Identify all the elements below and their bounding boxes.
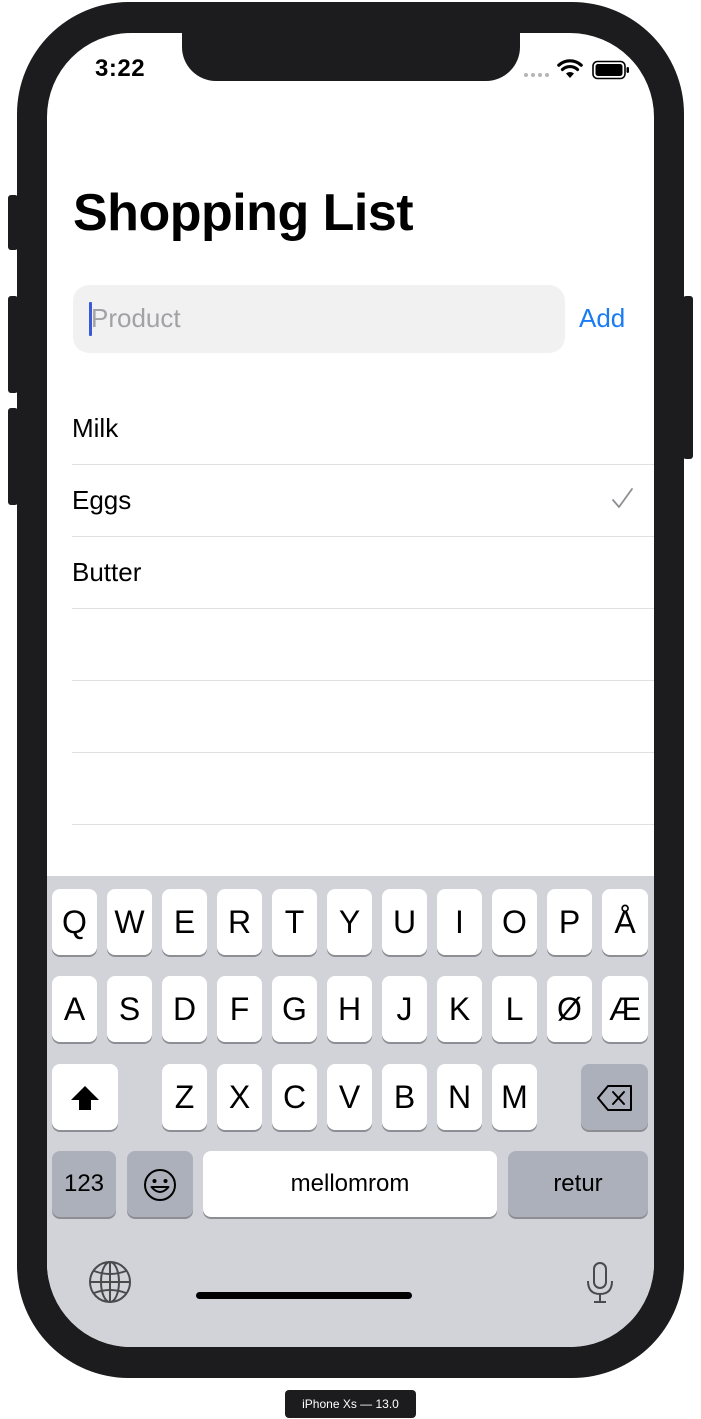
list-item-empty[interactable]: [72, 753, 654, 825]
key-w[interactable]: W: [107, 889, 152, 955]
add-button[interactable]: Add: [579, 303, 625, 334]
key-u[interactable]: U: [382, 889, 427, 955]
battery-icon: [592, 60, 629, 80]
wifi-icon: [557, 59, 583, 78]
key-c[interactable]: C: [272, 1064, 317, 1130]
key-a[interactable]: A: [52, 976, 97, 1042]
key-v[interactable]: V: [327, 1064, 372, 1130]
list-item-label: Butter: [72, 557, 142, 587]
key-m[interactable]: M: [492, 1064, 537, 1130]
delete-key[interactable]: [581, 1064, 648, 1130]
key-g[interactable]: G: [272, 976, 317, 1042]
key-l[interactable]: L: [492, 976, 537, 1042]
key-d[interactable]: D: [162, 976, 207, 1042]
key-t[interactable]: T: [272, 889, 317, 955]
list-item-label: Milk: [72, 413, 119, 443]
keyboard: Q W E R T Y U I O P Å A S D F G H J K L …: [47, 876, 654, 1347]
phone-screen: 3:22 Shopping List Product Add Milk Eggs…: [47, 33, 654, 1347]
key-h[interactable]: H: [327, 976, 372, 1042]
key-f[interactable]: F: [217, 976, 262, 1042]
key-a-ring[interactable]: Å: [602, 889, 648, 955]
power-button: [683, 296, 693, 459]
key-q[interactable]: Q: [52, 889, 97, 955]
cellular-signal-icon: [524, 73, 549, 77]
emoji-key[interactable]: [127, 1151, 193, 1217]
numbers-key[interactable]: 123: [52, 1151, 116, 1217]
shift-key[interactable]: [52, 1064, 118, 1130]
status-time: 3:22: [95, 55, 146, 82]
emoji-icon: [144, 1168, 176, 1201]
list-item-empty[interactable]: [72, 681, 654, 753]
shift-icon: [71, 1085, 99, 1110]
key-n[interactable]: N: [437, 1064, 482, 1130]
key-k[interactable]: K: [437, 976, 482, 1042]
key-o[interactable]: O: [492, 889, 537, 955]
key-z[interactable]: Z: [162, 1064, 207, 1130]
product-input[interactable]: Product: [73, 285, 565, 353]
microphone-icon[interactable]: [585, 1261, 615, 1305]
page-title: Shopping List: [73, 184, 414, 242]
key-ae[interactable]: Æ: [602, 976, 648, 1042]
list-item[interactable]: Milk: [72, 393, 654, 465]
notch: [182, 33, 520, 81]
key-j[interactable]: J: [382, 976, 427, 1042]
key-e[interactable]: E: [162, 889, 207, 955]
key-s[interactable]: S: [107, 976, 152, 1042]
list-item-empty[interactable]: [72, 609, 654, 681]
key-y[interactable]: Y: [327, 889, 372, 955]
checkmark-icon: [612, 488, 633, 508]
shopping-list: Milk Eggs Butter: [72, 393, 654, 825]
device-label: iPhone Xs — 13.0: [285, 1390, 416, 1418]
key-b[interactable]: B: [382, 1064, 427, 1130]
key-r[interactable]: R: [217, 889, 262, 955]
backspace-icon: [596, 1084, 632, 1111]
return-key[interactable]: retur: [508, 1151, 648, 1217]
globe-icon[interactable]: [88, 1260, 132, 1304]
key-o-slash[interactable]: Ø: [547, 976, 592, 1042]
list-item-label: Eggs: [72, 485, 132, 515]
home-indicator[interactable]: [196, 1292, 412, 1299]
key-p[interactable]: P: [547, 889, 592, 955]
product-input-placeholder: Product: [91, 303, 181, 333]
list-item[interactable]: Butter: [72, 537, 654, 609]
list-item[interactable]: Eggs: [72, 465, 654, 537]
space-key[interactable]: mellomrom: [203, 1151, 497, 1217]
key-i[interactable]: I: [437, 889, 482, 955]
key-x[interactable]: X: [217, 1064, 262, 1130]
